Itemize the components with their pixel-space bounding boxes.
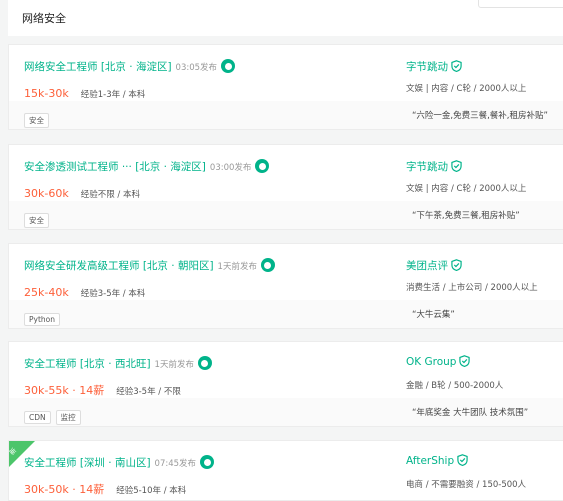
- post-time: 1天前发布: [154, 360, 194, 370]
- card-footer: CDN 监控 “年底奖金 大牛团队 技术氛围”: [9, 398, 563, 426]
- salary-line: 25k-40k 经验3-5年 / 本科: [24, 281, 145, 300]
- skill-tag[interactable]: 监控: [55, 410, 81, 425]
- salary: 15k-30k: [24, 87, 69, 100]
- post-time: 1天前发布: [217, 262, 257, 272]
- requirements: 经验不限 / 本科: [80, 190, 140, 200]
- company-name-link[interactable]: 字节跳动: [406, 161, 448, 173]
- job-title-line: 安全工程师 [北京 · 西北旺] 1天前发布: [24, 356, 212, 371]
- requirements: 经验5-10年 / 本科: [116, 486, 187, 496]
- salary: 30k-60k: [24, 187, 69, 200]
- company-line: 字节跳动: [406, 59, 462, 74]
- company-name-link[interactable]: AfterShip: [406, 455, 454, 467]
- job-card[interactable]: 安全渗透测试工程师 ··· [北京 · 海淀区] 03:00发布 30k-60k 经…: [8, 144, 563, 230]
- benefits-text: “六险一金,免费三餐,餐补,租房补贴”: [412, 111, 548, 121]
- skill-tag[interactable]: 安全: [24, 113, 49, 128]
- card-footer: Python “大牛云集”: [9, 300, 563, 328]
- job-card[interactable]: 网络安全工程师 [北京 · 海淀区] 03:05发布 15k-30k 经验1-3年 …: [8, 44, 563, 130]
- salary: 25k-40k: [24, 286, 69, 299]
- requirements: 经验3-5年 / 本科: [80, 289, 146, 299]
- job-title-line: 安全渗透测试工程师 ··· [北京 · 海淀区] 03:00发布: [24, 159, 270, 174]
- post-time: 03:00发布: [209, 163, 252, 173]
- company-industry: 电商 / 不需要融资 / 150-500人: [406, 480, 527, 490]
- chat-icon[interactable]: [221, 59, 236, 73]
- company-industry: 金融 / B轮 / 500-2000人: [406, 381, 504, 391]
- company-name-link[interactable]: 美团点评: [406, 260, 448, 272]
- salary-line: 30k-50k · 14薪 经验5-10年 / 本科: [24, 478, 186, 497]
- job-title-link[interactable]: 安全渗透测试工程师 ··· [北京 · 海淀区]: [24, 161, 206, 173]
- company-name-link[interactable]: 字节跳动: [406, 61, 448, 73]
- chat-icon[interactable]: [197, 356, 212, 370]
- job-title-link[interactable]: 网络安全工程师 [北京 · 海淀区]: [24, 61, 172, 73]
- skill-tag[interactable]: CDN: [24, 411, 51, 424]
- tag-list: CDN 监控: [24, 405, 86, 425]
- salary: 30k-50k · 14薪: [24, 483, 105, 496]
- job-card[interactable]: 安全工程师 [北京 · 西北旺] 1天前发布 30k-55k · 14薪 经验3-5…: [8, 341, 563, 427]
- search-header: 网络安全: [8, 0, 563, 36]
- job-title-link[interactable]: 安全工程师 [深圳 · 南山区]: [24, 457, 151, 469]
- job-card[interactable]: 新 安全工程师 [深圳 · 南山区] 07:45发布 30k-50k · 14薪经…: [8, 440, 563, 501]
- job-title-link[interactable]: 网络安全研发高级工程师 [北京 · 朝阳区]: [24, 260, 214, 272]
- job-title-link[interactable]: 安全工程师 [北京 · 西北旺]: [24, 358, 151, 370]
- requirements: 经验1-3年 / 本科: [80, 90, 146, 100]
- salary-line: 30k-55k · 14薪 经验3-5年 / 不限: [24, 379, 181, 398]
- top-right-button[interactable]: [478, 0, 563, 8]
- post-time: 07:45发布: [154, 459, 197, 469]
- verified-shield-icon: [451, 160, 462, 172]
- company-line: OK Group: [406, 355, 471, 368]
- company-line: 美团点评: [406, 258, 462, 273]
- benefits-text: “年底奖金 大牛团队 技术氛围”: [412, 408, 529, 418]
- skill-tag[interactable]: Python: [24, 313, 60, 326]
- company-industry: 文娱 | 内容 / C轮 / 2000人以上: [406, 184, 527, 194]
- chat-icon[interactable]: [200, 455, 215, 469]
- job-title-line: 安全工程师 [深圳 · 南山区] 07:45发布: [24, 455, 215, 470]
- company-line: AfterShip: [406, 454, 468, 467]
- skill-tag[interactable]: 安全: [24, 213, 49, 228]
- verified-shield-icon: [451, 60, 462, 72]
- tag-list: 安全: [24, 108, 54, 128]
- company-industry: 文娱 | 内容 / C轮 / 2000人以上: [406, 84, 527, 94]
- verified-shield-icon: [457, 454, 468, 466]
- post-time: 03:05发布: [175, 63, 218, 73]
- salary-line: 30k-60k 经验不限 / 本科: [24, 182, 140, 201]
- company-name-link[interactable]: OK Group: [406, 356, 456, 368]
- page-title: 网络安全: [22, 12, 66, 25]
- job-title-line: 网络安全工程师 [北京 · 海淀区] 03:05发布: [24, 59, 236, 74]
- job-card[interactable]: 网络安全研发高级工程师 [北京 · 朝阳区] 1天前发布 25k-40k 经验3-5…: [8, 243, 563, 329]
- company-industry: 消费生活 / 上市公司 / 2000人以上: [406, 283, 538, 293]
- verified-shield-icon: [459, 355, 471, 367]
- verified-shield-icon: [451, 259, 462, 271]
- card-footer: 安全 “六险一金,免费三餐,餐补,租房补贴”: [9, 101, 563, 129]
- chat-icon[interactable]: [260, 258, 275, 272]
- salary: 30k-55k · 14薪: [24, 384, 105, 397]
- job-title-line: 网络安全研发高级工程师 [北京 · 朝阳区] 1天前发布: [24, 258, 275, 273]
- tag-list: Python: [24, 307, 65, 326]
- benefits-text: “下午茶,免费三餐,租房补贴”: [412, 211, 520, 221]
- company-line: 字节跳动: [406, 159, 462, 174]
- salary-line: 15k-30k 经验1-3年 / 本科: [24, 82, 145, 101]
- chat-icon[interactable]: [255, 159, 270, 173]
- card-footer: 安全 “下午茶,免费三餐,租房补贴”: [9, 201, 563, 229]
- tag-list: 安全: [24, 208, 54, 228]
- requirements: 经验3-5年 / 不限: [116, 387, 181, 397]
- benefits-text: “大牛云集”: [412, 310, 455, 320]
